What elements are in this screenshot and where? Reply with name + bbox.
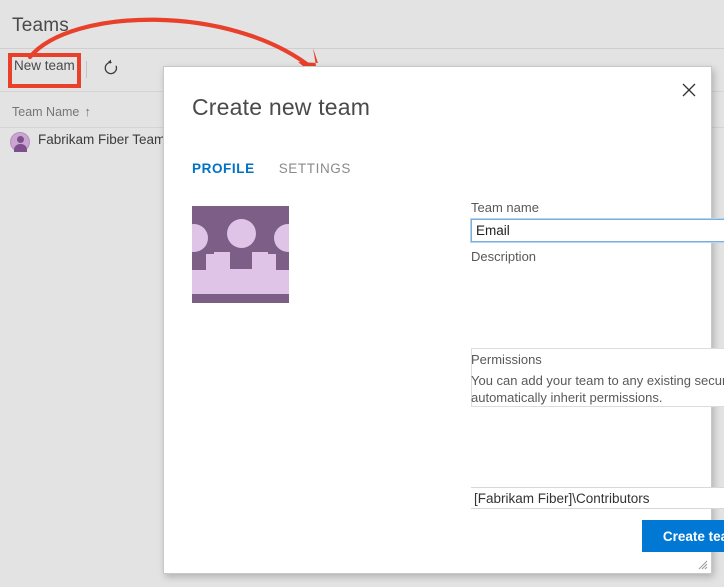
- figure-head-right: [274, 224, 289, 252]
- permissions-help-text: You can add your team to any existing se…: [471, 372, 724, 406]
- team-name-cell: Fabrikam Fiber Team: [38, 132, 165, 147]
- dialog-resize-grip-icon: [696, 558, 708, 570]
- create-team-button[interactable]: Create team: [642, 520, 724, 552]
- new-team-button[interactable]: New team: [14, 58, 75, 73]
- avatar-body: [14, 144, 27, 152]
- sort-ascending-icon: ↑: [84, 104, 91, 119]
- team-name-input[interactable]: [471, 219, 724, 242]
- team-name-label: Team name: [471, 200, 539, 215]
- tab-settings[interactable]: SETTINGS: [279, 161, 351, 178]
- tab-profile[interactable]: PROFILE: [192, 161, 255, 178]
- refresh-icon[interactable]: [101, 58, 121, 78]
- permissions-select-wrapper: [Fabrikam Fiber]\Contributors: [471, 487, 724, 509]
- toolbar-separator: [86, 61, 87, 78]
- create-new-team-dialog: Create new team PROFILE SETTINGS Team na…: [163, 66, 712, 574]
- figure-notch-left: [192, 254, 206, 270]
- figure-head-left: [192, 224, 208, 252]
- page-title: Teams: [12, 15, 69, 37]
- dialog-tabs: PROFILE SETTINGS: [192, 161, 351, 178]
- description-label: Description: [471, 249, 536, 264]
- figure-head-center: [227, 219, 256, 248]
- team-avatar-icon: [10, 132, 30, 152]
- figure-notch-right: [276, 254, 289, 270]
- dialog-title: Create new team: [192, 94, 370, 121]
- permissions-selected-value: [Fabrikam Fiber]\Contributors: [474, 491, 650, 506]
- team-people-image[interactable]: [192, 206, 289, 303]
- permissions-select[interactable]: [Fabrikam Fiber]\Contributors: [471, 487, 724, 509]
- figure-notch-center: [230, 252, 252, 269]
- permissions-label: Permissions: [471, 352, 542, 367]
- column-header-team-name[interactable]: Team Name ↑: [12, 104, 91, 119]
- close-icon[interactable]: [674, 75, 704, 105]
- column-header-label: Team Name: [12, 105, 79, 119]
- avatar-head: [17, 136, 24, 143]
